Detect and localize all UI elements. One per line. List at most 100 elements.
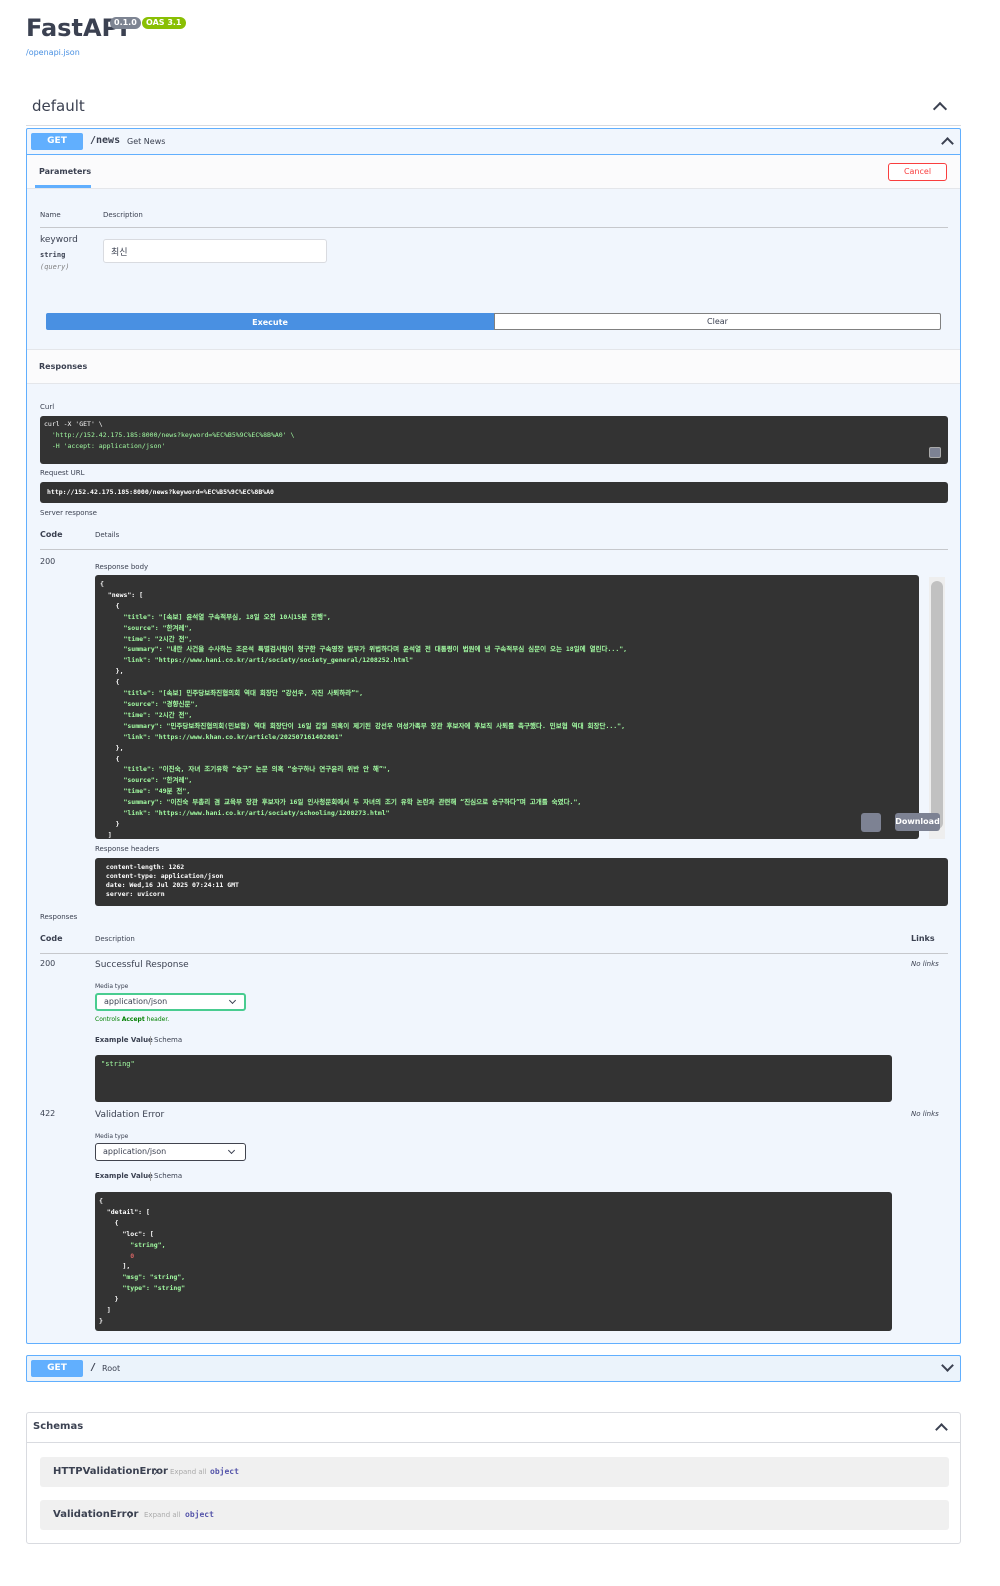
body-line: {: [100, 754, 120, 763]
body-line: "time": "2시간 전",: [100, 710, 193, 719]
clear-button[interactable]: Clear: [494, 313, 941, 330]
operation-get-root[interactable]: GET / Root: [26, 1355, 961, 1382]
parameters-bar: Parameters Cancel: [27, 155, 960, 189]
schema-row[interactable]: HTTPValidationError Expand all object: [40, 1457, 949, 1487]
media-type-label: Media type: [95, 983, 129, 990]
header-line: content-type: application/json: [102, 872, 228, 880]
curl-line: 'http://152.42.175.185:8000/news?keyword…: [44, 430, 295, 439]
example-line: "loc": [: [99, 1229, 154, 1238]
body-line: ]: [100, 830, 112, 839]
tab-example-value[interactable]: Example Value: [95, 1172, 153, 1180]
tab-parameters[interactable]: Parameters: [39, 167, 91, 176]
controls-suffix: header.: [144, 1016, 170, 1023]
response-code: 422: [40, 1109, 56, 1118]
operation-description: Get News: [127, 137, 166, 146]
details-column: Details: [95, 531, 120, 539]
chevron-down-icon: [228, 996, 237, 1005]
body-line: },: [100, 667, 124, 676]
body-line: }: [100, 819, 120, 828]
tab-underline: [35, 185, 91, 188]
column-name: Name: [40, 211, 61, 219]
code-column: Code: [40, 530, 63, 539]
header-line: content-length: 1262: [102, 863, 189, 871]
media-type-select[interactable]: application/json: [95, 993, 246, 1011]
body-line: {: [100, 678, 120, 687]
operation-path: /news: [90, 135, 121, 146]
schema-type: object: [210, 1467, 239, 1476]
chevron-down-icon[interactable]: [941, 1359, 954, 1372]
example-value-422: { "detail": [ { "loc": [ "string", 0 ], …: [95, 1192, 892, 1331]
body-line: },: [100, 743, 124, 752]
body-line: "summary": "이진숙 부총리 겸 교육부 장관 후보자가 16일 인사…: [100, 798, 582, 807]
copy-icon[interactable]: [861, 813, 881, 832]
tag-title: default: [32, 97, 85, 115]
download-button[interactable]: Download: [895, 813, 940, 831]
body-line: "time": "49분 전",: [100, 787, 191, 796]
execute-button[interactable]: Execute: [46, 313, 494, 330]
example-line: }: [99, 1295, 119, 1304]
header-line: server: uvicorn: [102, 890, 169, 898]
body-line: "summary": "내란 사건을 수사하는 조은석 특별검사팀이 청구한 구…: [100, 645, 628, 654]
media-type-select[interactable]: application/json: [95, 1143, 246, 1161]
no-links: No links: [911, 960, 939, 968]
media-type-value: application/json: [104, 997, 168, 1006]
example-line: ],: [99, 1262, 131, 1271]
scrollbar-thumb[interactable]: [931, 581, 943, 829]
example-line: ]: [99, 1306, 111, 1315]
header-line: date: Wed,16 Jul 2025 07:24:11 GMT: [102, 881, 243, 889]
response-headers-label: Response headers: [95, 845, 160, 853]
responses-label: Responses: [40, 913, 78, 921]
tab-schema[interactable]: Schema: [154, 1036, 182, 1044]
expand-all-link[interactable]: Expand all: [170, 1468, 207, 1476]
schemas-title: Schemas: [33, 1421, 84, 1432]
body-line: "title": "[속보] 윤석열 구속적부심, 18일 오전 10시15분 …: [100, 612, 331, 621]
media-type-value: application/json: [103, 1147, 167, 1156]
tag-section-header[interactable]: default: [26, 88, 961, 126]
copy-icon[interactable]: [929, 447, 941, 458]
example-line: 0: [99, 1251, 135, 1260]
response-code: 200: [40, 959, 56, 968]
example-line: "string": [101, 1060, 135, 1068]
response-body[interactable]: { "news": [ { "title": "[속보] 윤석열 구속적부심, …: [95, 575, 919, 839]
response-body-label: Response body: [95, 563, 149, 571]
body-line: "title": "[속보] 민주당보좌진협의회 역대 회장단 “강선우, 자진…: [100, 689, 363, 698]
method-badge: GET: [31, 133, 83, 150]
chevron-up-icon[interactable]: [935, 1423, 948, 1436]
response-description: Validation Error: [95, 1110, 165, 1120]
body-line: "link": "https://www.hani.co.kr/arti/soc…: [100, 656, 414, 665]
example-line: {: [99, 1197, 103, 1205]
tab-example-value[interactable]: Example Value: [95, 1036, 153, 1044]
response-description: Successful Response: [95, 960, 189, 970]
tab-separator: [150, 1172, 151, 1181]
keyword-input[interactable]: [103, 239, 327, 263]
server-response-label: Server response: [40, 509, 97, 517]
request-url: http://152.42.175.185:8000/news?keyword=…: [40, 482, 948, 503]
curl-line: curl -X 'GET' \: [44, 420, 103, 428]
body-line: {: [100, 601, 120, 610]
cancel-button[interactable]: Cancel: [888, 163, 947, 181]
schemas-section: Schemas HTTPValidationError Expand all o…: [26, 1412, 961, 1544]
curl-box[interactable]: curl -X 'GET' \ 'http://152.42.175.185:8…: [40, 416, 948, 464]
example-line: }: [99, 1316, 103, 1325]
chevron-up-icon[interactable]: [932, 101, 948, 117]
schema-row[interactable]: ValidationError Expand all object: [40, 1500, 949, 1530]
param-name: keyword: [40, 235, 78, 245]
chevron-up-icon[interactable]: [941, 137, 954, 150]
request-url-label: Request URL: [40, 469, 85, 477]
column-description: Description: [103, 211, 143, 219]
openapi-json-link[interactable]: /openapi.json: [26, 48, 80, 57]
example-line: "msg": "string",: [99, 1273, 186, 1282]
body-line: "news": [: [100, 590, 144, 599]
code-column: Code: [40, 934, 63, 943]
controls-accept: Accept: [121, 1016, 145, 1023]
method-badge: GET: [31, 1360, 83, 1377]
tab-schema[interactable]: Schema: [154, 1172, 182, 1180]
expand-all-link[interactable]: Expand all: [144, 1511, 181, 1519]
curl-line: -H 'accept: application/json': [44, 441, 166, 450]
body-line: "link": "https://www.hani.co.kr/arti/soc…: [100, 809, 390, 818]
operation-summary[interactable]: GET /news Get News: [27, 129, 960, 155]
schemas-header[interactable]: Schemas: [27, 1413, 960, 1443]
response-headers: content-length: 1262 content-type: appli…: [95, 858, 948, 906]
body-line: "summary": "민주당보좌진협의회(민보협) 역대 회장단이 16일 갑…: [100, 721, 626, 730]
example-line: "string",: [99, 1240, 166, 1249]
